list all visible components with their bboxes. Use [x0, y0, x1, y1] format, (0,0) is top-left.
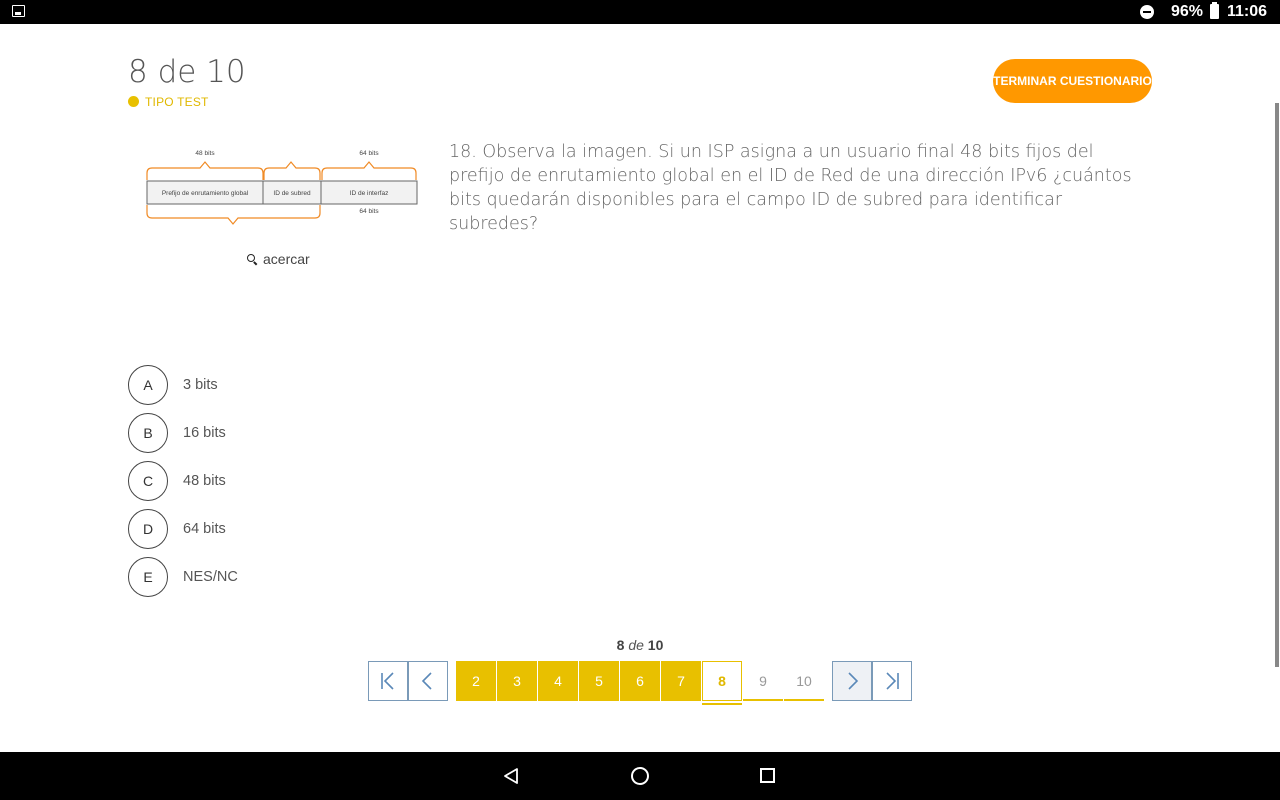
notification-image-icon [12, 5, 25, 17]
current-page-number: 8 [616, 637, 625, 653]
page-7-button[interactable]: 7 [661, 661, 701, 701]
diagram-label-64-top: 64 bits [359, 150, 379, 157]
battery-percent: 96% [1171, 3, 1204, 20]
diagram-label-64-bottom: 64 bits [359, 208, 379, 215]
option-e[interactable]: E NES/NC [128, 557, 238, 597]
page-indicator: 8 de 10 [0, 637, 1280, 653]
last-page-icon [886, 672, 899, 690]
option-text: 48 bits [183, 473, 226, 489]
option-d[interactable]: D 64 bits [128, 509, 226, 549]
type-indicator-dot [128, 96, 139, 107]
page-4-button[interactable]: 4 [538, 661, 578, 701]
ipv6-address-diagram[interactable]: 48 bits 64 bits 64 bits Prefijo de enrut… [140, 140, 430, 235]
page-2-button[interactable]: 2 [456, 661, 496, 701]
current-page-underline [702, 703, 742, 705]
page-3-button[interactable]: 3 [497, 661, 537, 701]
next-page-button[interactable] [832, 661, 872, 701]
battery-icon [1210, 2, 1219, 19]
first-page-button[interactable] [368, 661, 408, 701]
status-bar: 96% 11:06 [0, 0, 1280, 24]
diagram-field-interface-id: ID de interfaz [350, 190, 389, 197]
total-pages-number: 10 [647, 637, 664, 653]
diagram-field-subnet-id: ID de subred [273, 190, 311, 197]
option-text: 3 bits [183, 377, 218, 393]
system-navigation-bar [0, 752, 1280, 800]
option-text: NES/NC [183, 569, 238, 585]
bottom-brace [146, 205, 321, 225]
top-brace-64 [321, 161, 417, 180]
previous-page-button[interactable] [408, 661, 448, 701]
question-counter: 8 de 10 [128, 54, 246, 90]
do-not-disturb-icon [1140, 5, 1154, 19]
zoom-button[interactable]: acercar [246, 251, 310, 267]
question-text: 18. Observa la imagen. Si un ISP asigna … [449, 142, 1132, 234]
option-a[interactable]: A 3 bits [128, 365, 218, 405]
page-of-label: de [628, 637, 644, 653]
option-letter: E [128, 557, 168, 597]
top-brace-subnet [263, 161, 321, 180]
option-letter: C [128, 461, 168, 501]
page-10-button[interactable]: 10 [784, 661, 824, 701]
page-5-button[interactable]: 5 [579, 661, 619, 701]
option-text: 64 bits [183, 521, 226, 537]
option-letter: A [128, 365, 168, 405]
back-icon[interactable] [503, 768, 519, 784]
page-underline [743, 699, 783, 701]
page-underline [784, 699, 824, 701]
recents-icon[interactable] [760, 768, 775, 783]
finish-quiz-button[interactable]: TERMINAR CUESTIONARIO [993, 59, 1152, 103]
option-text: 16 bits [183, 425, 226, 441]
option-letter: D [128, 509, 168, 549]
zoom-label: acercar [263, 251, 310, 267]
clock: 11:06 [1227, 3, 1268, 20]
option-letter: B [128, 413, 168, 453]
page-8-button[interactable]: 8 [702, 661, 742, 701]
option-c[interactable]: C 48 bits [128, 461, 226, 501]
question-type-label: TIPO TEST [145, 95, 209, 109]
top-brace-48 [146, 161, 264, 180]
search-icon [246, 253, 258, 265]
option-b[interactable]: B 16 bits [128, 413, 226, 453]
diagram-label-48: 48 bits [195, 150, 215, 157]
page-6-button[interactable]: 6 [620, 661, 660, 701]
first-page-icon [381, 672, 394, 690]
page-9-button[interactable]: 9 [743, 661, 783, 701]
diagram-field-global-prefix: Prefijo de enrutamiento global [162, 190, 249, 197]
chevron-right-icon [848, 672, 859, 690]
chevron-left-icon [421, 672, 432, 690]
home-icon[interactable] [631, 767, 649, 785]
scrollbar[interactable] [1275, 103, 1279, 667]
last-page-button[interactable] [872, 661, 912, 701]
